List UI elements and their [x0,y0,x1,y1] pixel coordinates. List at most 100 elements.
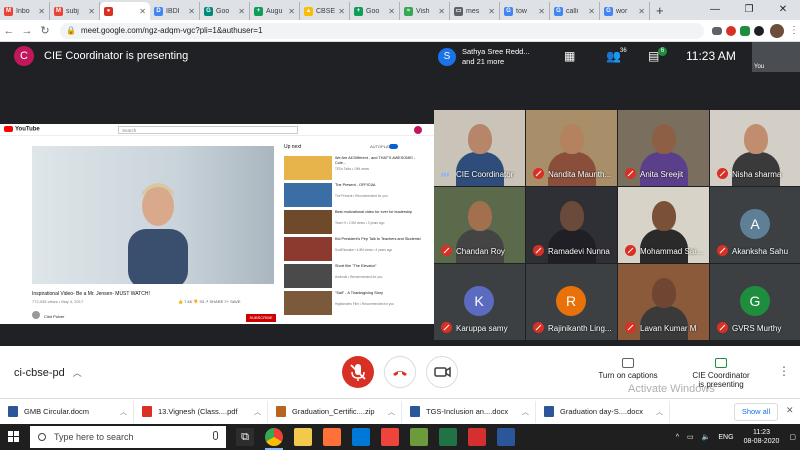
download-item[interactable]: TGS-Inclusion an....docx ︿ [402,400,536,423]
chevron-up-icon[interactable]: ︿ [388,407,395,417]
download-item[interactable]: Graduation_Certific....zip ︿ [268,400,402,423]
browser-tab[interactable]: ≈ Vish ✕ [400,2,450,20]
recommended-video[interactable]: Best motivational video for ever for lea… [284,210,424,234]
people-icon[interactable]: 👥 [606,49,621,63]
browser-tab[interactable]: Gwor ✕ [600,2,650,20]
minimize-button[interactable]: — [698,0,732,20]
url-input[interactable]: 🔒 meet.google.com/ngz-adqm-vgc?pli=1&aut… [60,22,704,39]
chevron-up-icon[interactable]: ︿ [120,407,127,417]
browser-menu-icon[interactable]: ⋮ [788,25,800,36]
forward-arrow-icon[interactable]: → [18,25,36,37]
excel-icon[interactable] [439,428,457,446]
taskbar-clock[interactable]: 11:23 08-08-2020 [744,428,780,446]
browser-tab[interactable]: ● ✕ [100,2,150,20]
autoplay-toggle[interactable] [389,144,398,149]
close-tab-icon[interactable]: ✕ [139,7,146,16]
profile-avatar[interactable] [770,23,784,38]
paint-icon[interactable] [410,428,428,446]
close-tab-icon[interactable]: ✕ [538,7,545,16]
windows-start-icon[interactable] [8,431,20,443]
show-all-downloads-button[interactable]: Show all [734,403,778,421]
notifications-icon[interactable]: ▢ [789,433,796,441]
file-explorer-icon[interactable] [294,428,312,446]
more-options-icon[interactable]: ⋮ [778,364,790,378]
extension-icon[interactable] [740,25,750,36]
leave-call-button[interactable] [384,356,416,388]
participant-tile[interactable]: Anita Sreejit [618,110,709,186]
close-tab-icon[interactable]: ✕ [638,7,645,16]
recommended-video[interactable]: The Present - OFFICIAL The Present • Reco… [284,183,424,207]
participant-tile[interactable]: Ramadevi Nunna [526,187,617,263]
youtube-search-input[interactable]: Search [118,126,298,134]
edge-icon[interactable] [352,428,370,446]
participant-tile[interactable]: Nisha sharma [710,110,800,186]
browser-tab[interactable]: Gcalli ✕ [550,2,600,20]
close-tab-icon[interactable]: ✕ [438,7,445,16]
network-icon[interactable]: ▭ [687,433,694,441]
browser-tab[interactable]: ▭ mes ✕ [450,2,500,20]
browser-tab[interactable]: ▲ CBSE ✕ [300,2,350,20]
layout-grid-icon[interactable]: ▦ [564,49,575,63]
volume-icon[interactable]: 🔈 [702,433,711,441]
microphone-icon[interactable] [213,431,218,440]
browser-tab[interactable]: Gtow ✕ [500,2,550,20]
close-tab-icon[interactable]: ✕ [88,7,95,16]
extension-icon[interactable] [726,25,736,36]
participant-tile[interactable]: Lavan Kumar M [618,264,709,340]
close-tab-icon[interactable]: ✕ [238,7,245,16]
recommended-video[interactable]: Short film "The Elevator" Amiroski • Reco… [284,264,424,288]
participant-tile[interactable]: ▮▮▮ CIE Coordinator [434,110,525,186]
recommended-video[interactable]: "Salt" - A Thanksgiving Story Highlanders… [284,291,424,315]
word-icon[interactable] [497,428,515,446]
close-tab-icon[interactable]: ✕ [38,7,45,16]
maximize-button[interactable]: ❐ [732,0,766,20]
extension-icon[interactable] [754,25,764,36]
anydesk-icon[interactable] [381,428,399,446]
chevron-up-icon[interactable]: ^ [676,434,679,441]
camera-toggle-button[interactable] [426,356,458,388]
participant-tile[interactable]: Nandita Maunth... [526,110,617,186]
video-player[interactable] [32,146,274,284]
download-item[interactable]: GMB Circular.docm ︿ [0,400,134,423]
new-tab-button[interactable]: + [650,2,670,20]
self-view-tile[interactable]: You [752,42,800,72]
participant-tile[interactable]: Chandan Roy [434,187,525,263]
close-tab-icon[interactable]: ✕ [338,7,345,16]
back-arrow-icon[interactable]: ← [0,25,18,37]
browser-tab[interactable]: Msubj ✕ [50,2,100,20]
close-tab-icon[interactable]: ✕ [388,7,395,16]
language-indicator[interactable]: ENG [718,434,733,441]
close-window-button[interactable]: ✕ [766,0,800,20]
acrobat-icon[interactable] [468,428,486,446]
browser-tab[interactable]: + Goo ✕ [350,2,400,20]
task-view-icon[interactable]: ⧉ [236,428,254,446]
close-tab-icon[interactable]: ✕ [188,7,195,16]
video-actions[interactable]: 👍 7.4K 👎 93 ↗ SHARE ≡+ SAVE [178,299,241,304]
subscribe-button[interactable]: SUBSCRIBE [246,314,276,322]
participant-tile[interactable]: R Rajinikanth Ling... [526,264,617,340]
participant-chip[interactable]: S Sathya Sree Redd... and 21 more [438,47,530,67]
chevron-up-icon[interactable]: ︿ [522,407,529,417]
present-now-button[interactable]: CIE Coordinator is presenting [684,358,758,389]
recommended-video[interactable]: We Are All Different - and THAT'S AWESOM… [284,156,424,180]
close-tab-icon[interactable]: ✕ [588,7,595,16]
meeting-details-button[interactable]: ci-cbse-pd ︿ [14,366,82,379]
firefox-icon[interactable] [323,428,341,446]
chrome-icon[interactable] [265,428,283,450]
close-shelf-icon[interactable]: ✕ [786,405,794,416]
participant-tile[interactable]: Mohammad Sar... [618,187,709,263]
participant-tile[interactable]: K Karuppa samy [434,264,525,340]
download-item[interactable]: Graduation day-S....docx ︿ [536,400,670,423]
browser-tab[interactable]: D IBDI ✕ [150,2,200,20]
browser-tab[interactable]: G Goo ✕ [200,2,250,20]
close-tab-icon[interactable]: ✕ [488,7,495,16]
browser-tab[interactable]: + Augu ✕ [250,2,300,20]
participant-tile[interactable]: A Akanksha Sahu [710,187,800,263]
recommended-video[interactable]: Kid President's Pep Talk to Teachers and… [284,237,424,261]
close-tab-icon[interactable]: ✕ [288,7,295,16]
browser-tab[interactable]: M Inbo ✕ [0,2,50,20]
taskbar-search-input[interactable]: Type here to search [30,426,226,448]
mic-toggle-button[interactable] [342,356,374,388]
participant-tile[interactable]: G GVRS Murthy [710,264,800,340]
youtube-user-avatar[interactable] [414,126,422,134]
